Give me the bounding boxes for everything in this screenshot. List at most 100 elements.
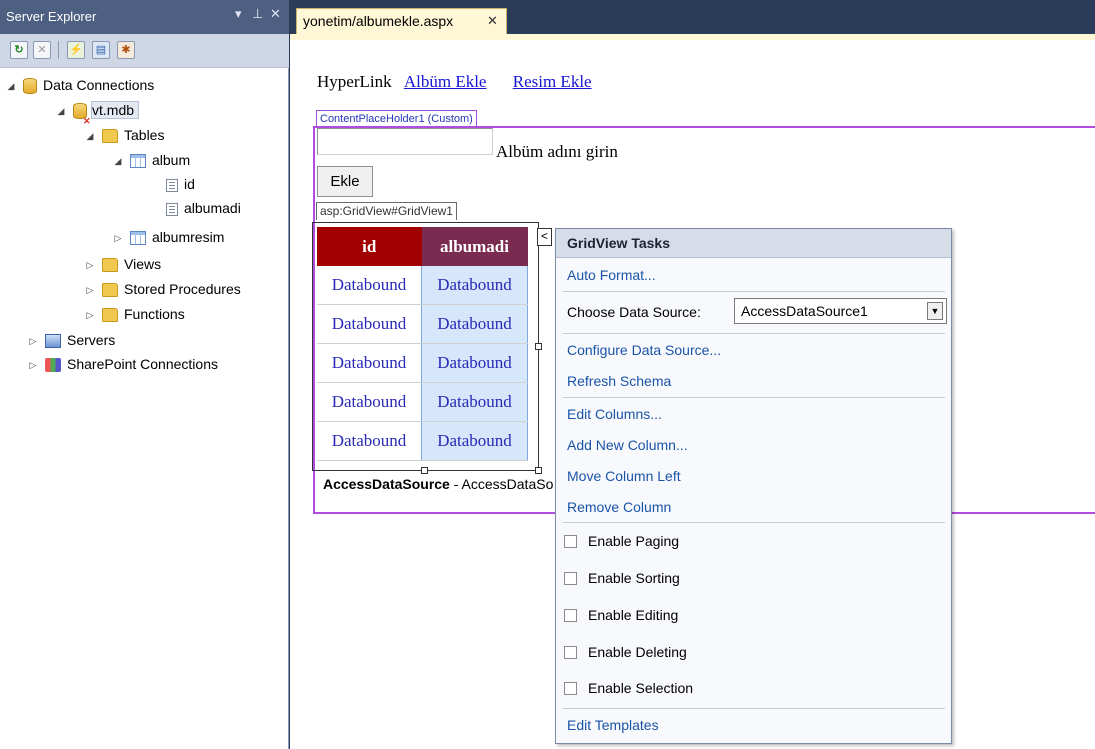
table-icon — [130, 231, 146, 246]
gridview-tasks-title: GridView Tasks — [567, 235, 670, 251]
add-new-column-link[interactable]: Add New Column... — [567, 437, 688, 453]
table-icon — [130, 154, 146, 169]
gridview-header-id[interactable]: id — [317, 227, 422, 266]
gridview-cell[interactable]: Databound — [421, 343, 528, 383]
close-tab-icon[interactable]: ✕ — [487, 13, 498, 29]
tab-label: yonetim/albumekle.aspx — [303, 13, 454, 29]
gridview-cell[interactable]: Databound — [421, 266, 528, 305]
collapsed-arrow-icon[interactable]: ▷ — [84, 304, 96, 326]
gridview-table[interactable]: id albumadi Databound Databound Databoun… — [317, 227, 528, 461]
configure-data-source-link[interactable]: Configure Data Source... — [567, 342, 721, 358]
folder-icon — [102, 258, 118, 273]
auto-hide-pin-icon[interactable]: ⊥ — [252, 6, 263, 22]
data-source-select[interactable]: AccessDataSource1 ▼ — [734, 298, 947, 324]
tree-node-data-connections[interactable]: ◢ Data Connections — [5, 74, 154, 96]
gridview-cell[interactable]: Databound — [317, 266, 422, 305]
tree-node-column-albumadi[interactable]: albumadi — [160, 197, 241, 219]
edit-templates-link[interactable]: Edit Templates — [567, 717, 659, 733]
gridview-tag[interactable]: asp:GridView#GridView1 — [316, 202, 457, 220]
collapsed-arrow-icon[interactable]: ▷ — [84, 279, 96, 301]
gridview-cell[interactable]: Databound — [317, 382, 422, 422]
expanded-arrow-icon[interactable]: ◢ — [5, 75, 17, 97]
collapsed-arrow-icon[interactable]: ▷ — [112, 227, 124, 249]
auto-format-link[interactable]: Auto Format... — [567, 267, 656, 283]
resize-handle-bottom-right[interactable] — [535, 467, 542, 474]
enable-deleting-label[interactable]: Enable Deleting — [588, 644, 687, 660]
column-icon — [166, 202, 178, 216]
gridview-cell[interactable]: Databound — [317, 421, 422, 461]
tree-node-stored-procedures[interactable]: ▷ Stored Procedures — [84, 278, 241, 300]
tree-node-column-id[interactable]: id — [160, 173, 195, 195]
refresh-schema-link[interactable]: Refresh Schema — [567, 373, 671, 389]
gridview-cell[interactable]: Databound — [421, 304, 528, 344]
chevron-down-icon[interactable]: ▼ — [927, 302, 943, 320]
edit-columns-link[interactable]: Edit Columns... — [567, 406, 662, 422]
tree-label: Views — [124, 256, 162, 272]
task-separator — [563, 397, 945, 398]
collapsed-arrow-icon[interactable]: ▷ — [84, 254, 96, 276]
content-placeholder-tag[interactable]: ContentPlaceHolder1 (Custom) — [316, 110, 477, 127]
server-explorer-panel: Server Explorer ▾ ⊥ ✕ ↻ ✕ ⚡ ▤ ✱ ◢ Data Co… — [0, 0, 289, 749]
task-separator — [563, 708, 945, 709]
gridview-header-albumadi[interactable]: albumadi — [421, 227, 528, 266]
server-icon — [45, 334, 61, 349]
tree-node-servers[interactable]: ▷ Servers — [27, 329, 115, 351]
tab-albumekle-aspx[interactable]: yonetim/albumekle.aspx ✕ — [296, 8, 507, 34]
resize-handle-bottom[interactable] — [421, 467, 428, 474]
enable-sorting-checkbox[interactable] — [564, 572, 577, 585]
tree-node-tables[interactable]: ◢ Tables — [84, 124, 164, 146]
tree-node-vt-mdb[interactable]: ◢ vt.mdb — [55, 99, 140, 132]
resize-handle-right[interactable] — [535, 343, 542, 350]
move-column-left-link[interactable]: Move Column Left — [567, 468, 681, 484]
refresh-icon[interactable]: ↻ — [10, 41, 28, 59]
database-icon — [23, 78, 37, 95]
tree-label: Stored Procedures — [124, 281, 241, 297]
tree-node-views[interactable]: ▷ Views — [84, 253, 161, 275]
gridview-tasks-panel: GridView Tasks Auto Format... Choose Dat… — [555, 228, 952, 744]
enable-paging-checkbox[interactable] — [564, 535, 577, 548]
connect-to-sharepoint-icon[interactable]: ✱ — [117, 41, 135, 59]
stop-refresh-icon[interactable]: ✕ — [33, 41, 51, 59]
album-ekle-link[interactable]: Albüm Ekle — [404, 72, 487, 91]
ekle-button[interactable]: Ekle — [317, 166, 373, 197]
access-data-source-control[interactable]: AccessDataSource - AccessDataSource1 — [323, 476, 553, 492]
hyperlink-control[interactable]: HyperLink — [317, 72, 392, 91]
enable-deleting-checkbox[interactable] — [564, 646, 577, 659]
tree-node-functions[interactable]: ▷ Functions — [84, 303, 185, 325]
enable-sorting-label[interactable]: Enable Sorting — [588, 570, 680, 586]
tree-label: Functions — [124, 306, 185, 322]
enable-editing-label[interactable]: Enable Editing — [588, 607, 678, 623]
smart-tag-collapse-icon[interactable]: < — [537, 228, 552, 246]
expanded-arrow-icon[interactable]: ◢ — [112, 150, 124, 172]
enable-selection-checkbox[interactable] — [564, 682, 577, 695]
table-row: Databound Databound — [317, 266, 528, 305]
expanded-arrow-icon[interactable]: ◢ — [55, 100, 67, 122]
collapsed-arrow-icon[interactable]: ▷ — [27, 330, 39, 352]
album-name-input[interactable] — [317, 128, 493, 155]
enable-editing-checkbox[interactable] — [564, 609, 577, 622]
resim-ekle-link[interactable]: Resim Ekle — [513, 72, 592, 91]
gridview-cell[interactable]: Databound — [421, 421, 528, 461]
folder-icon — [102, 283, 118, 298]
enable-selection-label[interactable]: Enable Selection — [588, 680, 693, 696]
tree-node-sharepoint-connections[interactable]: ▷ SharePoint Connections — [27, 353, 218, 375]
task-separator — [563, 333, 945, 334]
tree-node-albumresim[interactable]: ▷ albumresim — [112, 226, 224, 248]
remove-column-link[interactable]: Remove Column — [567, 499, 671, 515]
toolbar-separator — [58, 41, 59, 59]
connect-to-database-icon[interactable]: ⚡ — [67, 41, 85, 59]
expanded-arrow-icon[interactable]: ◢ — [84, 125, 96, 147]
gridview-tasks-header: GridView Tasks — [556, 229, 951, 258]
connect-to-server-icon[interactable]: ▤ — [92, 41, 110, 59]
gridview-header-row: id albumadi — [317, 227, 528, 266]
collapsed-arrow-icon[interactable]: ▷ — [27, 354, 39, 376]
enable-paging-label[interactable]: Enable Paging — [588, 533, 679, 549]
tree-node-album[interactable]: ◢ album — [112, 149, 190, 171]
folder-icon — [102, 129, 118, 144]
window-position-icon[interactable]: ▾ — [235, 6, 242, 22]
table-row: Databound Databound — [317, 343, 528, 383]
close-icon[interactable]: ✕ — [270, 6, 281, 22]
gridview-cell[interactable]: Databound — [317, 304, 422, 344]
gridview-cell[interactable]: Databound — [317, 343, 422, 383]
gridview-cell[interactable]: Databound — [421, 382, 528, 422]
